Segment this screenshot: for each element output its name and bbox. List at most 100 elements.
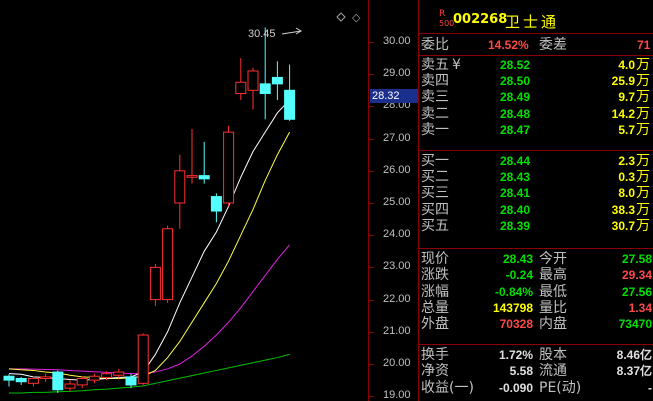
candle-body: [162, 228, 174, 301]
candle-body: [271, 76, 283, 85]
stat-label: 今开: [539, 251, 567, 267]
peak-price-label: 30.45: [248, 28, 276, 40]
candle-body: [149, 266, 161, 301]
volume-unit: 万: [636, 105, 650, 122]
candle-body: [64, 383, 76, 389]
stat-label: PE(动): [539, 379, 582, 396]
stat-row: 净资 5.58 流通 8.37亿: [419, 363, 653, 379]
axis-tick-label: 19.00: [369, 389, 411, 401]
candle[interactable]: [174, 154, 186, 229]
level-price: 28.52: [500, 58, 531, 72]
ask-row[interactable]: 卖一 28.47 5.7 万: [419, 122, 653, 138]
candle[interactable]: [27, 376, 39, 387]
candle[interactable]: [52, 370, 64, 393]
axis-tick-label: 30.00: [369, 35, 411, 47]
stat-label: 外盘: [421, 316, 449, 333]
stat-value: 27.56: [621, 284, 652, 299]
level-volume: 8.0: [618, 186, 635, 201]
stat-value: 1.72%: [498, 348, 533, 362]
level-price: 28.40: [500, 202, 531, 217]
axis-tick-label: 23.00: [369, 260, 411, 273]
candle[interactable]: [259, 27, 271, 120]
level-label: 买四: [421, 201, 449, 218]
stat-row: 涨跌 -0.24 最高 29.34: [419, 267, 653, 283]
candle[interactable]: [64, 380, 76, 392]
collapse-icon[interactable]: ◇: [352, 11, 361, 24]
candle-body: [3, 375, 15, 381]
candle-body: [52, 371, 64, 391]
level-label: 卖三: [421, 89, 449, 106]
stat-value: 1.34: [628, 300, 652, 315]
axis-tick-label: 25.00: [369, 196, 411, 208]
candle[interactable]: [186, 128, 198, 184]
candle-body: [101, 373, 113, 379]
level-price: 28.48: [500, 106, 531, 121]
candle[interactable]: [210, 193, 222, 223]
yen-mark: ¥: [452, 57, 461, 73]
bid-row[interactable]: 买三 28.41 8.0 万: [419, 185, 653, 201]
level-label: 买一: [421, 153, 449, 169]
market-flag: R: [439, 9, 446, 19]
candle[interactable]: [40, 373, 52, 382]
volume-unit: 万: [636, 57, 650, 73]
candle[interactable]: [223, 125, 235, 207]
level-label: 卖四: [421, 73, 449, 90]
ask-row[interactable]: 卖二 28.48 14.2 万: [419, 106, 653, 122]
axis-tick-label: 24.00: [369, 228, 411, 241]
candle-body: [40, 376, 52, 379]
candle[interactable]: [76, 376, 88, 389]
candle[interactable]: [247, 67, 259, 110]
stat-label: 现价: [421, 251, 449, 267]
candlestick-chart[interactable]: 30.45 ◇: [0, 0, 368, 401]
candle[interactable]: [88, 373, 100, 384]
stat-label: 换手: [421, 347, 449, 363]
stat-label: 总量: [421, 299, 449, 316]
level-price: 28.43: [500, 170, 531, 185]
diamond-icon[interactable]: [336, 12, 346, 22]
level-label: 买三: [421, 185, 449, 202]
ask-row[interactable]: 卖四 28.50 25.9 万: [419, 73, 653, 89]
stat-row: 外盘 70328 内盘 73470: [419, 316, 653, 332]
stat-value: 70328: [499, 317, 533, 332]
quote-panel: R 500 002268 卫士通 委比 14.52% 委差 71 卖五 ¥28.5…: [418, 0, 653, 401]
level-price: 28.50: [500, 74, 531, 89]
level-label: 卖五: [421, 57, 449, 73]
axis-tick-label: 29.00: [369, 67, 411, 80]
stat-value: -0.090: [498, 380, 533, 395]
candle[interactable]: [162, 225, 174, 303]
bid-row[interactable]: 买四 28.40 38.3 万: [419, 202, 653, 218]
bid-row[interactable]: 买五 28.39 30.7 万: [419, 218, 653, 234]
level-volume: 14.2: [611, 106, 635, 121]
candle[interactable]: [284, 64, 296, 121]
candle[interactable]: [271, 61, 283, 100]
stat-value: 27.58: [621, 252, 652, 266]
candle[interactable]: [3, 374, 15, 387]
candle-body: [15, 377, 27, 383]
bid-row[interactable]: 买一 28.44 2.3 万: [419, 153, 653, 169]
weicha-label: 委差: [539, 37, 567, 53]
bid-row[interactable]: 买二 28.43 0.3 万: [419, 169, 653, 185]
candle[interactable]: [149, 264, 161, 307]
candle-body: [247, 70, 259, 91]
level-label: 买五: [421, 217, 449, 234]
axis-tick-label: 27.00: [369, 131, 411, 144]
candle[interactable]: [235, 58, 247, 100]
ask-row[interactable]: 卖三 28.49 9.7 万: [419, 89, 653, 105]
candle[interactable]: [15, 376, 27, 385]
stat-label: 内盘: [539, 316, 567, 333]
candle-body: [259, 83, 271, 95]
ma-white-line: [8, 99, 290, 381]
volume-unit: 万: [636, 121, 650, 138]
ask-row[interactable]: 卖五 ¥28.52 4.0 万: [419, 57, 653, 73]
divider: [419, 55, 653, 56]
stock-header[interactable]: R 500 002268 卫士通: [419, 4, 653, 32]
stat-value: 5.58: [509, 364, 533, 379]
candle[interactable]: [137, 333, 149, 385]
volume-unit: 万: [636, 201, 650, 218]
candle-body: [198, 175, 210, 180]
candle-body: [113, 371, 125, 376]
stat-label: 量比: [539, 299, 567, 316]
stat-label: 最低: [539, 283, 567, 300]
level-label: 卖一: [421, 121, 449, 138]
candle[interactable]: [198, 141, 210, 184]
